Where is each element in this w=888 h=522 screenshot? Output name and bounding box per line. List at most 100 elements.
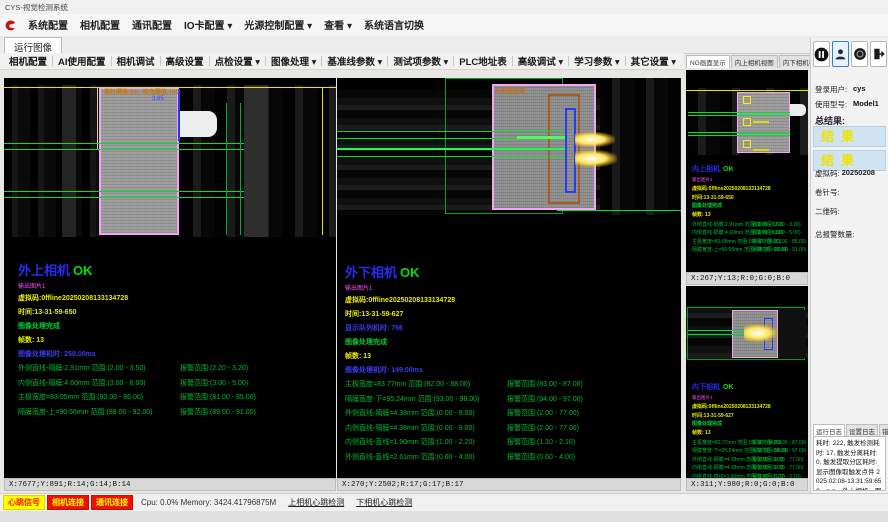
menu-item[interactable]: IO卡配置 ▾	[178, 21, 238, 32]
blue-measure-label: 3.65	[152, 96, 164, 102]
toolbar-item[interactable]: 相机配置	[4, 54, 52, 68]
toolbar: 相机配置AI使用配置相机调试高级设置点检设置 ▾图像处理 ▾基准线参数 ▾测试项…	[0, 53, 684, 70]
measurement-value: 隔膜宽度-上=90.56mm 范围:(88.00 - 92.00)	[18, 407, 180, 417]
measurement-list: 外侧直线-隔膜:2.91mm 范围:(2.00 - 3.50)报警范围:(2.2…	[18, 363, 330, 417]
measure-line-blue	[178, 89, 180, 141]
toolbar-item[interactable]: 测试项参数 ▾	[388, 54, 453, 68]
measurement-value: 隔膜宽度-下=95.24mm 范围:(93.00 - 98.00)	[692, 447, 752, 454]
image-band	[62, 85, 76, 237]
camera-info-line: 虚拟码:0ffline20250208133134728	[345, 295, 675, 305]
camera-info-line: 虚拟码:0ffline20250208133134728	[18, 293, 330, 303]
pause-button[interactable]	[813, 41, 830, 67]
camera-info-line: 时间:13-31-59-627	[345, 309, 675, 319]
camera-name: 内上相机	[692, 166, 720, 173]
menu-item[interactable]: 系统语言切换	[358, 21, 430, 32]
toolbar-item[interactable]: 学习参数 ▾	[569, 54, 624, 68]
measure-line-green	[240, 103, 241, 235]
window-statusbar: 心跳信号相机连接通讯连接 Cpu: 0.0% Memory: 3424.4179…	[0, 493, 888, 511]
camera-subtitle: 输出图片1	[692, 177, 806, 183]
small-top-camera-overlay: 内上相机OK输出图片1虚拟码:0ffline20250208133134728时…	[692, 158, 806, 255]
app-window: CYS-视觉检测系统 系统配置相机配置通讯配置IO卡配置 ▾光源控制配置 ▾查看…	[0, 0, 888, 522]
toolbar-item[interactable]: 其它设置 ▾	[626, 54, 681, 68]
camera-info-line: 显示队列机时: 766	[345, 323, 675, 333]
user-icon	[834, 47, 847, 61]
titlebar: CYS-视觉检测系统	[0, 0, 888, 14]
menu-item[interactable]: 查看 ▾	[318, 21, 358, 32]
measurement-alarm-range: 报警范围:(2.20 - 3.20)	[752, 221, 801, 228]
toolbar-item[interactable]: 基准线参数 ▾	[322, 54, 387, 68]
measurement-alarm-range: 报警范围:(2.00 - 77.00)	[507, 408, 579, 418]
menu-item[interactable]: 通讯配置	[126, 21, 178, 32]
toolbar-item[interactable]: 高级设置	[161, 54, 209, 68]
lens-button[interactable]	[851, 41, 868, 67]
target-square-yellow	[743, 140, 751, 148]
exit-button[interactable]	[870, 41, 887, 67]
field-value: 20250208	[842, 168, 875, 179]
measurement-row: 外侧直线-直线=2.61mm 范围:(0.60 - 4.00)报警范围:(0.6…	[345, 452, 675, 462]
user-button[interactable]	[832, 41, 849, 67]
small-top-camera-image[interactable]	[686, 88, 808, 155]
camera-info-line: 图像处理完成	[692, 420, 806, 427]
heartbeat-links: 上相机心跳检测下相机心跳检测	[276, 497, 412, 508]
toolbar-item[interactable]: AI使用配置	[53, 54, 111, 68]
status-badge: 通讯连接	[91, 495, 133, 510]
measurement-alarm-range: 报警范围:(2.00 - 77.00)	[752, 456, 803, 463]
sidebar-field: 卷针号:	[815, 187, 886, 198]
measurement-alarm-range: 报警范围:(2.00 - 77.00)	[752, 464, 803, 471]
target-square-yellow	[743, 96, 751, 104]
measure-line-green	[688, 115, 790, 116]
toolbar-item[interactable]: 图像处理 ▾	[266, 54, 321, 68]
measurement-list: 主极宽度=83.77mm 范围:(82.00 - 88.00)报警范围:(83.…	[345, 379, 675, 462]
menu-item[interactable]: 光源控制配置 ▾	[238, 21, 318, 32]
measurement-list: 外侧直线-隔膜:2.91mm 范围:(2.00 - 3.50)报警范围:(2.2…	[692, 221, 806, 254]
lens-icon	[853, 47, 867, 61]
login-user-label: 登录用户:	[815, 84, 853, 95]
menu-item[interactable]: 相机配置	[74, 21, 126, 32]
login-user-row: 登录用户: cys	[815, 84, 886, 95]
measurement-row: 外侧直线-隔膜:2.91mm 范围:(2.00 - 3.50)报警范围:(2.2…	[18, 363, 330, 373]
measurement-row: 主极宽度=83.77mm 范围:(82.00 - 88.00)报警范围:(83.…	[345, 379, 675, 389]
measurement-row: 内侧直线-直线=1.90mm 范围:(1.00 - 2.20)报警范围:(1.1…	[345, 437, 675, 447]
toolbar-item[interactable]: 点检设置 ▾	[210, 54, 265, 68]
measurement-value: 外侧直线-直线=2.61mm 范围:(0.60 - 4.00)	[345, 452, 507, 462]
small-bottom-camera-image[interactable]	[686, 306, 808, 362]
guide-line-yellow	[322, 87, 323, 235]
toolbar-item[interactable]: PLC地址表	[454, 54, 512, 68]
login-user-value: cys	[853, 84, 866, 95]
measurement-row: 主极宽度=83.77mm 范围:(82.00 - 88.00)报警范围:(83.…	[692, 439, 806, 446]
guide-line-yellow	[97, 87, 98, 149]
toolbar-item[interactable]: 相机调试	[112, 54, 160, 68]
menu-item[interactable]: 系统配置	[22, 21, 74, 32]
measurement-row: 隔膜宽度-上=90.56mm 范围:(88.00 - 92.00)报警范围:(8…	[692, 246, 806, 253]
pause-icon	[814, 47, 829, 62]
measurement-alarm-range: 报警范围:(1.10 - 2.10)	[507, 437, 575, 447]
view-tab[interactable]: 内上相机视图	[731, 55, 778, 68]
measurement-value: 隔膜宽度-下=95.24mm 范围:(93.00 - 98.00)	[345, 394, 507, 404]
left-camera-overlay: 外上相机OK输出图片1虚拟码:0ffline20250208133134728时…	[18, 260, 330, 421]
sidebar-buttons	[813, 41, 887, 67]
camera-result-ok: OK	[73, 263, 93, 278]
measure-line-green	[557, 210, 681, 211]
measurement-row: 外侧直线-隔膜:2.91mm 范围:(2.00 - 3.50)报警范围:(2.2…	[692, 221, 806, 228]
left-camera-image[interactable]: 卷针阈值:93，吸合阈值:100 3.65	[4, 85, 336, 237]
center-camera-image[interactable]: AI拍照区域	[337, 78, 681, 215]
measurement-alarm-range: 报警范围:(81.00 - 85.00)	[180, 392, 256, 402]
sidebar-field: 总报警数量:	[815, 229, 886, 240]
view-tab[interactable]: NG画面显示	[686, 55, 730, 68]
toolbar-item[interactable]: 高级调试 ▾	[513, 54, 568, 68]
camera-info-line: 图像处理完成	[692, 202, 806, 209]
measurement-row: 内侧直线-隔膜:4.60mm 范围:(3.00 - 6.00)报警范围:(3.0…	[692, 229, 806, 236]
heartbeat-check-label: 下相机心跳检测	[356, 497, 412, 508]
small-bottom-camera-overlay: 内下相机OK输出图片1虚拟码:0ffline20250208133134728时…	[692, 376, 806, 490]
camera-info-line: 帧数: 13	[692, 211, 806, 218]
exit-icon	[872, 47, 886, 61]
camera-subtitle: 输出图片1	[692, 395, 806, 401]
left-camera-statusbar: X:7677;Y:891;R:14;G:14;B:14	[4, 478, 336, 491]
camera-info-line: 时间:13-31-59-650	[18, 307, 330, 317]
measurement-row: 内侧直线-隔膜=4.38mm 范围:(0.00 - 9.00)报警范围:(2.0…	[345, 423, 675, 433]
camera-result-ok: OK	[723, 166, 734, 173]
camera-info-line: 虚拟码:0ffline20250208133134728	[692, 403, 806, 410]
electrode-tab-glow	[575, 150, 617, 167]
model-value[interactable]: Model1	[853, 99, 879, 110]
image-band	[778, 310, 806, 358]
